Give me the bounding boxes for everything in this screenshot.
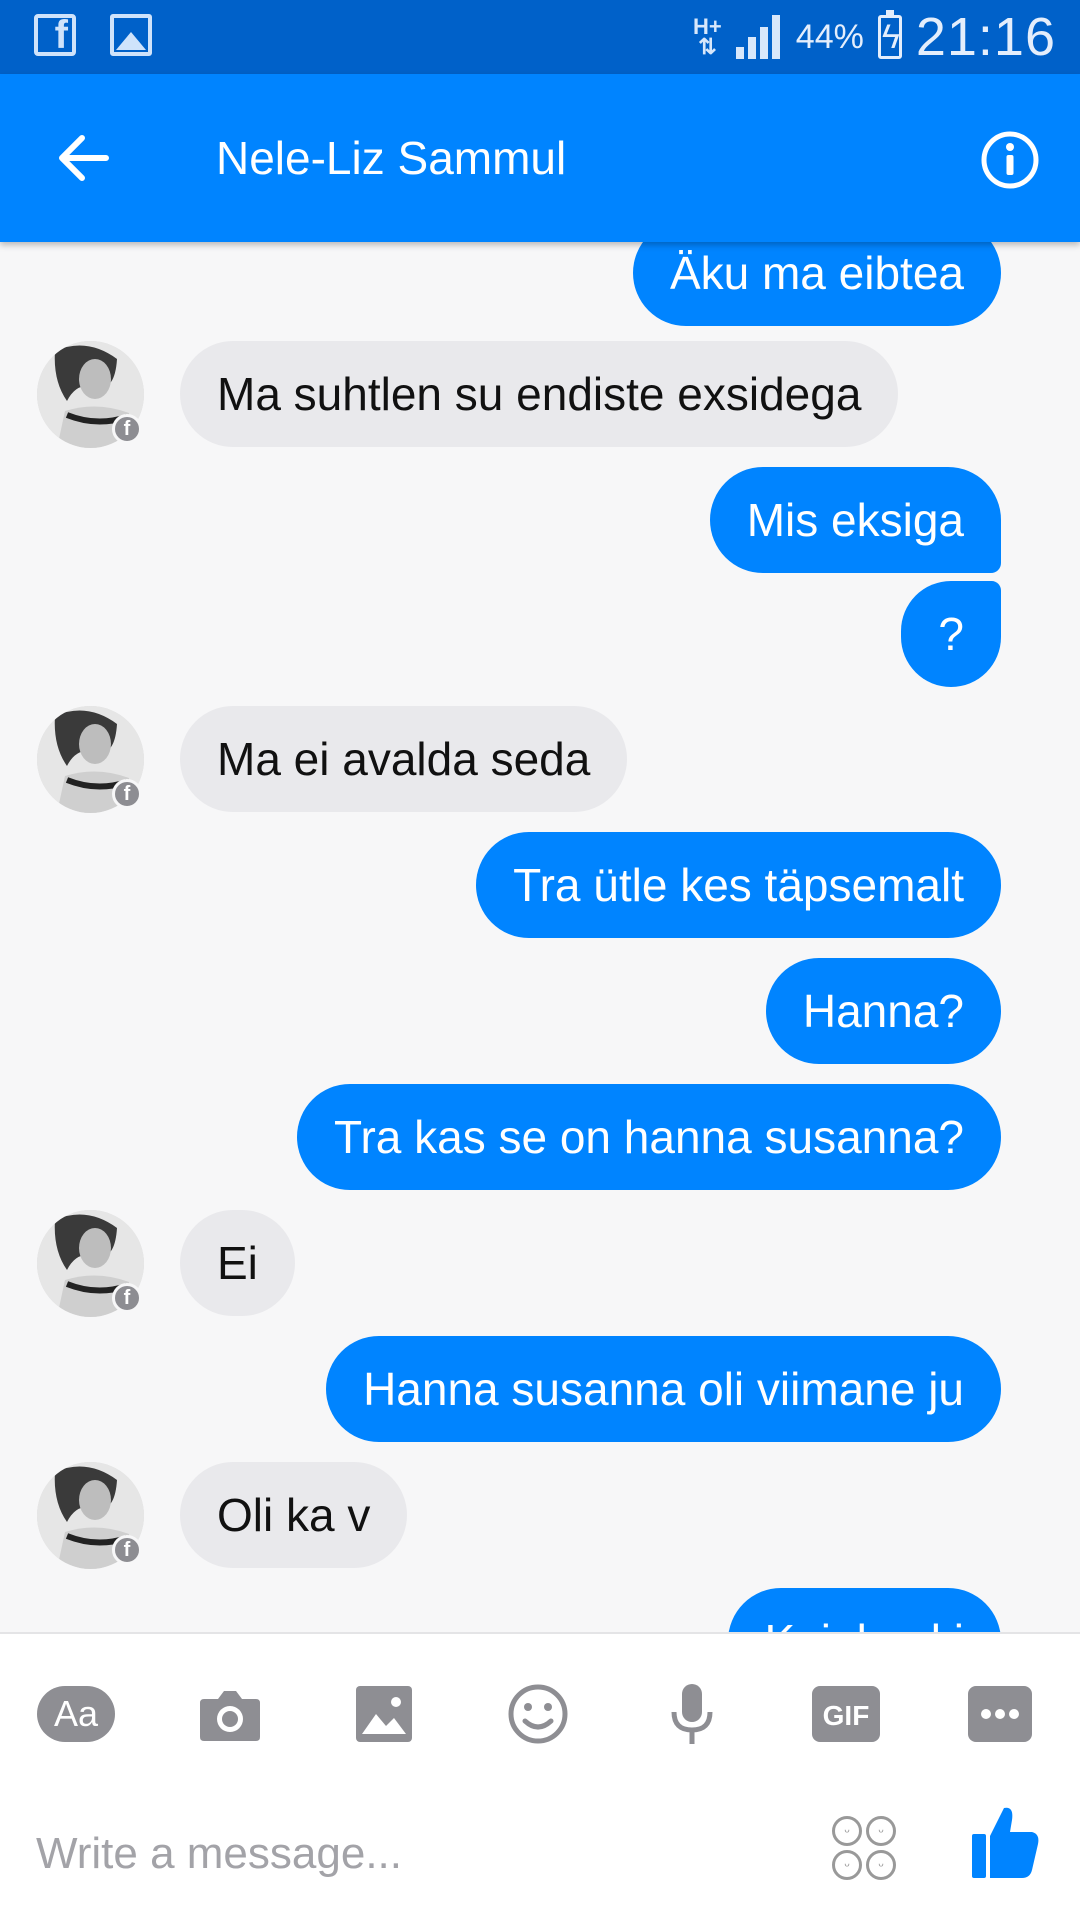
incoming-message[interactable]: Oli ka v <box>180 1462 408 1568</box>
outgoing-message[interactable]: Hanna? <box>765 958 1001 1064</box>
microphone-icon <box>671 1684 713 1744</box>
stickers-icon[interactable]: ᵕᵕᵕᵕ <box>832 1816 896 1880</box>
gif-label: GIF <box>823 1700 870 1731</box>
more-button[interactable] <box>960 1674 1040 1754</box>
facebook-badge-icon: f <box>112 1283 142 1313</box>
outgoing-message[interactable]: Mis eksiga <box>709 467 1001 573</box>
gif-button[interactable]: GIF <box>806 1674 886 1754</box>
gallery-icon <box>110 14 152 56</box>
status-bar: f H+ ⇅ 44% ϟ 21:16 <box>0 0 1080 74</box>
incoming-message[interactable]: Ma suhtlen su endiste exsidega <box>180 341 899 447</box>
message-list[interactable]: Äku ma eibtea f Ma suhtlen su endiste ex… <box>0 242 1080 1632</box>
info-icon[interactable] <box>980 130 1040 190</box>
facebook-badge-icon: f <box>112 779 142 809</box>
outgoing-message[interactable]: Kuiekaeki <box>727 1588 1001 1632</box>
more-icon <box>968 1686 1032 1742</box>
text-format-button[interactable]: Aa <box>36 1674 116 1754</box>
image-icon <box>356 1686 412 1742</box>
emoji-icon <box>508 1684 568 1744</box>
composer: Aa GIF ᵕᵕᵕᵕ <box>0 1632 1080 1920</box>
outgoing-message[interactable]: Tra kas se on hanna susanna? <box>297 1084 1001 1190</box>
outgoing-message[interactable]: Hanna susanna oli viimane ju <box>326 1336 1001 1442</box>
chat-header: Nele-Liz Sammul <box>0 74 1080 242</box>
conversation-title[interactable]: Nele-Liz Sammul <box>216 130 566 186</box>
outgoing-message[interactable]: Tra ütle kes täpsemalt <box>476 832 1001 938</box>
facebook-icon: f <box>34 13 76 57</box>
outgoing-message[interactable]: ? <box>901 581 1001 687</box>
battery-icon: ϟ <box>877 10 902 59</box>
incoming-message[interactable]: Ei <box>180 1210 295 1316</box>
facebook-badge-icon: f <box>112 414 142 444</box>
gif-icon: GIF <box>812 1686 880 1742</box>
clock: 21:16 <box>915 7 1056 67</box>
emoji-button[interactable] <box>498 1674 578 1754</box>
voice-button[interactable] <box>652 1674 732 1754</box>
incoming-message[interactable]: Ma ei avalda seda <box>180 706 628 812</box>
back-arrow-icon[interactable] <box>56 130 112 186</box>
message-input-wrap <box>36 1816 816 1892</box>
photo-button[interactable] <box>344 1674 424 1754</box>
facebook-badge-icon: f <box>112 1535 142 1565</box>
camera-button[interactable] <box>190 1674 270 1754</box>
message-input[interactable] <box>36 1816 816 1892</box>
signal-icon <box>735 15 782 59</box>
network-type: H+ ⇅ <box>693 14 722 59</box>
battery-percent: 44% <box>795 17 864 56</box>
camera-icon <box>200 1691 260 1741</box>
like-icon[interactable] <box>970 1804 1040 1880</box>
aa-label: Aa <box>37 1686 115 1742</box>
outgoing-message[interactable]: Äku ma eibtea <box>632 242 1001 326</box>
